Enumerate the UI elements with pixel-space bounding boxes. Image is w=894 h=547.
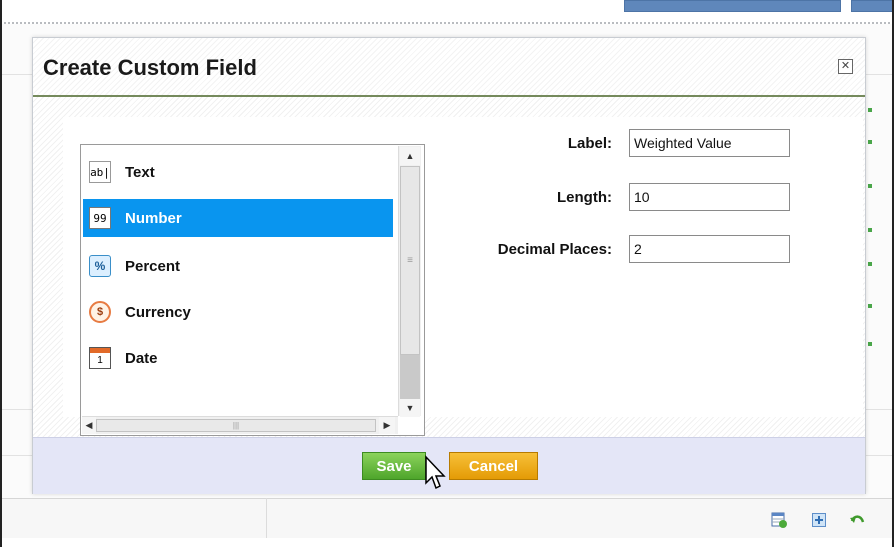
close-icon: ✕ [840, 60, 851, 72]
date-field-icon: 1 [89, 347, 111, 369]
arrow-down-icon: ▼ [405, 403, 415, 413]
list-item-percent[interactable]: % Percent [83, 247, 393, 285]
bottom-toolbar-divider [266, 498, 267, 538]
dialog-title: Create Custom Field [43, 55, 257, 80]
window-frame [0, 0, 2, 547]
list-item-label: Percent [125, 257, 181, 275]
scroll-right-button[interactable]: ▶ [379, 417, 395, 434]
list-item-number[interactable]: 99 Number [83, 199, 393, 237]
bottom-toolbar [0, 498, 894, 540]
save-button[interactable]: Save [362, 452, 426, 480]
decimal-places-input[interactable] [629, 235, 790, 263]
background-button [624, 0, 841, 12]
vertical-scroll-track[interactable] [400, 355, 420, 399]
list-item-label: Number [125, 209, 182, 227]
cancel-button[interactable]: Cancel [449, 452, 538, 480]
scroll-left-button[interactable]: ◀ [82, 417, 96, 434]
background-marker [868, 262, 872, 266]
list-item-text[interactable]: ab| Text [83, 153, 393, 191]
list-item-label: Date [125, 349, 158, 367]
field-type-list[interactable]: ab| Text 99 Number % Percent $ Currency … [80, 144, 425, 436]
vertical-scrollbar[interactable]: ▲ ≡ ▼ [398, 146, 421, 417]
label-input[interactable] [629, 129, 790, 157]
background-button [851, 0, 894, 12]
horizontal-scrollbar[interactable]: ◀ ||| ▶ [82, 416, 398, 434]
table-settings-icon[interactable] [771, 512, 787, 528]
background-marker [868, 184, 872, 188]
length-field-label: Length: [557, 189, 612, 206]
grip-icon: ||| [232, 421, 240, 430]
percent-field-icon: % [89, 255, 111, 277]
background-marker [868, 228, 872, 232]
horizontal-scroll-thumb[interactable]: ||| [96, 419, 376, 432]
undo-icon[interactable] [849, 512, 865, 528]
scroll-up-button[interactable]: ▲ [400, 147, 420, 165]
background-marker [868, 342, 872, 346]
mouse-pointer-icon [425, 455, 446, 490]
list-item-currency[interactable]: $ Currency [83, 293, 393, 331]
page-edge [0, 538, 894, 547]
arrow-left-icon: ◀ [85, 420, 93, 430]
vertical-scroll-thumb[interactable]: ≡ [400, 166, 420, 355]
scroll-down-button[interactable]: ▼ [400, 399, 420, 417]
list-item-label: Text [125, 163, 155, 181]
arrow-right-icon: ▶ [383, 420, 391, 430]
dialog-header: Create Custom Field ✕ [33, 38, 865, 95]
close-button[interactable]: ✕ [838, 59, 853, 74]
label-field-label: Label: [567, 135, 612, 152]
arrow-up-icon: ▲ [405, 151, 415, 161]
background-marker [868, 140, 872, 144]
background-marker [868, 304, 872, 308]
text-field-icon: ab| [89, 161, 111, 183]
list-item-label: Currency [125, 303, 191, 321]
background-marker [868, 108, 872, 112]
number-field-icon: 99 [89, 207, 111, 229]
currency-field-icon: $ [89, 301, 111, 323]
decimal-places-field-label: Decimal Places: [497, 241, 612, 258]
list-item-date[interactable]: 1 Date [83, 339, 393, 377]
add-icon[interactable] [811, 512, 827, 528]
length-input[interactable] [629, 183, 790, 211]
grip-icon: ≡ [407, 255, 413, 266]
